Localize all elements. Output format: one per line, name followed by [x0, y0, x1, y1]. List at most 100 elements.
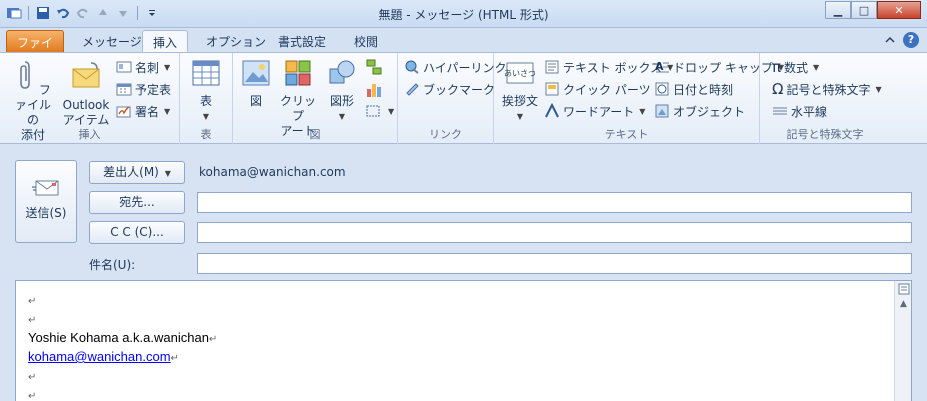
horizontal-line-button[interactable]: 水平線	[772, 101, 827, 121]
svg-text:A: A	[655, 60, 664, 73]
to-field[interactable]	[197, 192, 912, 213]
send-button[interactable]: 送信(S)	[15, 160, 77, 243]
object-button[interactable]: オブジェクト	[654, 101, 745, 121]
dropdown-arrow-icon: ▼	[164, 62, 171, 72]
picture-label: 図	[249, 94, 262, 108]
quickparts-icon	[545, 82, 559, 96]
body-line: ↵	[28, 367, 217, 386]
datetime-icon	[655, 82, 669, 96]
outlook-item-button[interactable]: Outlook アイテム	[58, 59, 114, 128]
smartart-button[interactable]	[365, 57, 383, 77]
table-label: 表	[199, 94, 212, 108]
ribbon-tabs: ファイル メッセージ 挿入 オプション 書式設定 校閲 ?	[0, 28, 927, 67]
business-card-button[interactable]: 名刺 ▼	[116, 57, 170, 77]
group-illustrations: 図 クリップ アート 図形 ▼ ▼ 図	[233, 53, 398, 144]
tab-review[interactable]: 校閲	[344, 30, 388, 52]
greeting-button[interactable]: あいさつ 挨拶文 ▼	[500, 59, 540, 124]
dropcap-icon: A	[655, 60, 669, 73]
business-card-icon	[116, 61, 132, 73]
close-button[interactable]: ✕	[877, 1, 921, 19]
picture-button[interactable]: 図	[241, 59, 271, 109]
wordart-label: ワードアート	[563, 104, 635, 119]
paragraph-mark-icon: ↵	[208, 334, 218, 345]
omega-icon: Ω	[772, 80, 784, 98]
chart-icon	[367, 84, 381, 97]
shapes-button[interactable]: 図形 ▼	[325, 59, 359, 124]
minimize-button[interactable]: ▁	[825, 1, 851, 19]
title-bar: 無題 - メッセージ (HTML 形式) ▁ □ ✕	[0, 0, 927, 28]
bookmark-label: ブックマーク	[423, 82, 496, 97]
scroll-up-icon[interactable]: ▲	[896, 297, 911, 311]
group-table-label: 表	[200, 128, 212, 141]
minimize-ribbon-icon[interactable]	[885, 33, 895, 47]
group-table: 表 ▼ 表	[180, 53, 233, 144]
dropdown-arrow-icon: ▼	[164, 169, 171, 178]
equation-button[interactable]: π 数式 ▼	[772, 57, 819, 77]
from-button-label: 差出人(M)	[103, 165, 159, 179]
calendar-button[interactable]: 予定表	[116, 79, 171, 99]
window-title: 無題 - メッセージ (HTML 形式)	[378, 8, 549, 22]
bookmark-button[interactable]: ブックマーク	[404, 79, 495, 99]
to-button[interactable]: 宛先...	[89, 191, 185, 214]
envelope-icon	[72, 62, 100, 88]
hyperlink-button[interactable]: ハイパーリンク	[404, 57, 507, 77]
maximize-button[interactable]: □	[851, 1, 877, 19]
paragraph-mark-icon: ↵	[170, 353, 179, 364]
smartart-icon	[366, 59, 382, 75]
cc-button[interactable]: C C (C)...	[89, 221, 185, 244]
bookmark-icon	[406, 83, 419, 96]
datetime-button[interactable]: 日付と時刻	[654, 79, 733, 99]
calendar-label: 予定表	[135, 82, 172, 97]
equation-label: 数式	[784, 60, 809, 75]
message-body[interactable]: ↵ ↵ Yoshie Kohama a.k.a.wanichan↵ kohama…	[15, 280, 912, 401]
tab-file[interactable]: ファイル	[6, 30, 64, 67]
textbox-icon	[545, 60, 559, 74]
signature-email-link[interactable]: kohama@wanichan.com	[28, 349, 171, 364]
dropdown-arrow-icon: ▼	[639, 106, 646, 116]
tab-message[interactable]: メッセージ	[72, 30, 152, 52]
chart-button[interactable]	[365, 79, 383, 99]
dropdown-arrow-icon: ▼	[388, 106, 395, 116]
wordart-button[interactable]: ワードアート ▼	[544, 101, 645, 121]
quickparts-button[interactable]: クイック パーツ▼	[544, 79, 662, 99]
quickparts-label: クイック パーツ	[563, 82, 651, 97]
paragraph-mark-icon: ↵	[28, 372, 37, 383]
tab-options[interactable]: オプション	[196, 30, 276, 52]
tab-format-text[interactable]: 書式設定	[268, 30, 336, 52]
greeting-label: 挨拶文	[501, 94, 538, 108]
horizontal-line-icon	[773, 107, 787, 115]
group-illustrations-label: 図	[309, 128, 321, 141]
ruler-toggle-icon[interactable]	[896, 282, 911, 296]
symbol-label: 記号と特殊文字	[786, 82, 871, 97]
ribbon-controls: ?	[885, 32, 919, 48]
greeting-icon: あいさつ	[504, 62, 536, 84]
signature-button[interactable]: 署名 ▼	[116, 101, 170, 121]
object-label: オブジェクト	[673, 104, 746, 119]
from-button[interactable]: 差出人(M) ▼	[89, 161, 185, 184]
message-body-text[interactable]: ↵ ↵ Yoshie Kohama a.k.a.wanichan↵ kohama…	[28, 291, 217, 401]
paragraph-mark-icon: ↵	[28, 315, 37, 326]
send-label: 送信(S)	[25, 206, 67, 220]
screenshot-button[interactable]: ▼	[365, 101, 394, 121]
wordart-icon	[545, 103, 559, 118]
group-text-label: テキスト	[604, 128, 649, 141]
group-symbols: π 数式 ▼ Ω 記号と特殊文字 ▼ 水平線 記号と特殊文字	[760, 53, 890, 144]
vertical-scrollbar[interactable]: ▲	[894, 281, 911, 401]
dropdown-arrow-icon: ▼	[516, 112, 524, 121]
ribbon: ファイルの 添付 Outlook アイテム 名刺 ▼ 予定表 署名 ▼ 挿入 表 ▼…	[0, 52, 927, 144]
subject-field[interactable]	[197, 253, 912, 274]
help-icon[interactable]: ?	[903, 32, 919, 48]
signature-name: Yoshie Kohama a.k.a.wanichan↵	[28, 330, 218, 345]
window-controls: ▁ □ ✕	[825, 1, 921, 19]
body-line: ↵	[28, 291, 217, 310]
cc-field[interactable]	[197, 222, 912, 243]
table-button[interactable]: 表 ▼	[188, 59, 224, 124]
tab-insert[interactable]: 挿入	[142, 30, 189, 52]
group-insert: ファイルの 添付 Outlook アイテム 名刺 ▼ 予定表 署名 ▼ 挿入	[0, 53, 180, 144]
datetime-label: 日付と時刻	[673, 82, 734, 97]
compose-header: 送信(S) 差出人(M) ▼ kohama@wanichan.com 宛先...…	[0, 145, 927, 278]
group-links: ハイパーリンク ブックマーク リンク	[398, 53, 507, 144]
body-line: ↵	[28, 386, 217, 401]
dropcap-label: ドロップ キャップ	[673, 60, 773, 75]
symbol-button[interactable]: Ω 記号と特殊文字 ▼	[772, 79, 882, 99]
